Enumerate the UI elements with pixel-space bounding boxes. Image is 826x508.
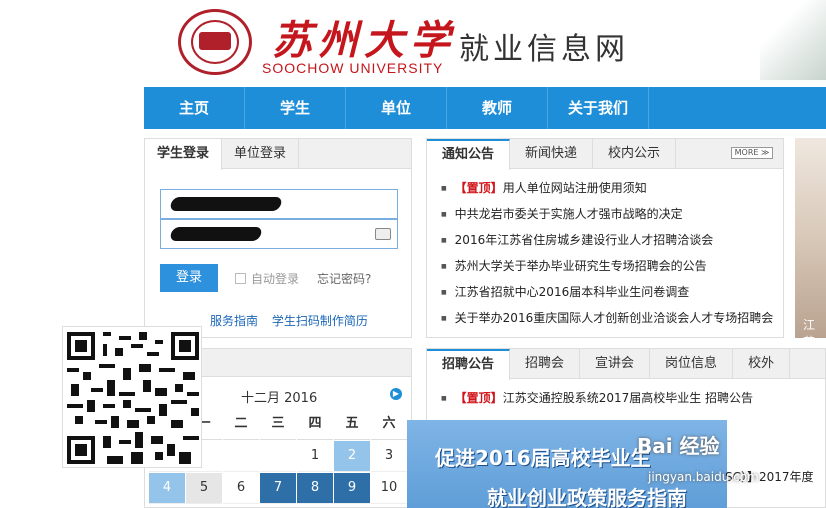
calendar-day — [260, 441, 296, 472]
baidu-watermark-url: jingyan.baidu.com — [648, 470, 759, 484]
school-name-cn: 苏州大学 — [272, 17, 456, 64]
calendar-day[interactable]: 6 — [223, 473, 259, 504]
login-button[interactable]: 登录 — [160, 264, 218, 292]
scan-resume-link[interactable]: 学生扫码制作简历 — [272, 314, 368, 328]
campus-photo[interactable]: 江苏 — [795, 138, 826, 338]
redacted-value — [169, 227, 263, 241]
tab-campus-notice[interactable]: 校内公示 — [593, 139, 677, 168]
qr-code-icon — [67, 332, 199, 464]
school-name-en: SOOCHOW UNIVERSITY — [262, 60, 444, 76]
nav-students[interactable]: 学生 — [245, 87, 346, 129]
calendar-day[interactable]: 3 — [371, 441, 407, 472]
site-header: 苏州大学 SOOCHOW UNIVERSITY 就业信息网 — [0, 0, 826, 87]
more-button[interactable]: MORE ≫ — [731, 147, 773, 159]
next-month-icon[interactable]: ▶ — [390, 388, 402, 400]
site-title: 就业信息网 — [459, 32, 629, 67]
notice-panel: 通知公告 新闻快递 校内公示 MORE ≫ 【置顶】用人单位网站注册使用须知 中… — [426, 138, 784, 338]
list-item[interactable]: 2016年江苏省住房城乡建设行业人才招聘洽谈会 — [441, 227, 783, 253]
tab-notices[interactable]: 通知公告 — [427, 139, 511, 170]
nav-teachers[interactable]: 教师 — [447, 87, 548, 129]
calendar-month: 十二月 2016 — [241, 391, 318, 406]
tab-student-login[interactable]: 学生登录 — [145, 139, 223, 170]
calendar-day[interactable]: 5 — [186, 473, 222, 504]
calendar-day[interactable]: 9 — [334, 473, 370, 504]
calendar-day[interactable]: 1 — [297, 441, 333, 472]
tab-info-session[interactable]: 宣讲会 — [580, 349, 651, 378]
tab-job-info[interactable]: 岗位信息 — [650, 349, 734, 378]
list-item[interactable]: 【置顶】江苏交通控股系统2017届高校毕业生 招聘公告 — [441, 385, 825, 411]
redacted-value — [169, 197, 283, 211]
auto-login-option[interactable]: 自动登录 — [235, 270, 299, 287]
forgot-password-link[interactable]: 忘记密码? — [317, 270, 371, 287]
weekday-header: 三 — [260, 409, 296, 440]
tab-external[interactable]: 校外 — [733, 349, 791, 378]
weekday-header: 六 — [371, 409, 407, 440]
tab-employer-login[interactable]: 单位登录 — [222, 139, 300, 168]
list-item[interactable]: 关于举办2016重庆国际人才创新创业洽谈会人才专场招聘会 — [441, 305, 783, 331]
nav-home[interactable]: 主页 — [144, 87, 245, 129]
photo-caption: 江苏 — [803, 318, 816, 338]
keyboard-icon[interactable] — [375, 228, 391, 240]
service-guide-link[interactable]: 服务指南 — [210, 314, 258, 328]
list-item[interactable]: 江苏省招就中心2016届本科毕业生问卷调查 — [441, 279, 783, 305]
auto-login-label: 自动登录 — [251, 272, 300, 286]
password-field[interactable] — [160, 219, 398, 249]
weekday-header: 四 — [297, 409, 333, 440]
calendar-day[interactable]: 8 — [297, 473, 333, 504]
username-field[interactable] — [160, 189, 398, 219]
tab-news[interactable]: 新闻快递 — [510, 139, 594, 168]
recruit-list: 【置顶】江苏交通控股系统2017届高校毕业生 招聘公告 — [427, 379, 825, 411]
banner-line-2: 就业创业政策服务指南 — [487, 486, 687, 508]
list-item[interactable]: 中共龙岩市委关于实施人才强市战略的决定 — [441, 201, 783, 227]
calendar-day[interactable]: 10 — [371, 473, 407, 504]
calendar-day — [223, 441, 259, 472]
header-decoration — [760, 0, 826, 80]
login-panel: 学生登录 单位登录 登录 自动登录 忘记密码? 服务指南 学生扫码制作简历 — [144, 138, 412, 338]
calendar-day[interactable]: 7 — [260, 473, 296, 504]
list-item[interactable]: 【置顶】用人单位网站注册使用须知 — [441, 175, 783, 201]
auto-login-checkbox[interactable] — [235, 273, 246, 284]
calendar-day[interactable]: 4 — [149, 473, 185, 504]
banner-line-1: 促进2016届高校毕业生 — [435, 446, 651, 470]
notice-list: 【置顶】用人单位网站注册使用须知 中共龙岩市委关于实施人才强市战略的决定 201… — [427, 169, 783, 331]
baidu-watermark: Bai 经验 — [637, 434, 720, 458]
main-nav: 主页 学生 单位 教师 关于我们 — [144, 87, 826, 129]
tab-recruit-notice[interactable]: 招聘公告 — [427, 349, 511, 380]
calendar-day[interactable]: 2 — [334, 441, 370, 472]
tab-job-fair[interactable]: 招聘会 — [510, 349, 581, 378]
university-seal-logo — [178, 9, 252, 75]
list-item[interactable]: 苏州大学关于举办毕业研究生专场招聘会的公告 — [441, 253, 783, 279]
weekday-header: 五 — [334, 409, 370, 440]
qr-code — [62, 326, 202, 468]
nav-about[interactable]: 关于我们 — [548, 87, 649, 129]
weekday-header: 二 — [223, 409, 259, 440]
nav-employers[interactable]: 单位 — [346, 87, 447, 129]
